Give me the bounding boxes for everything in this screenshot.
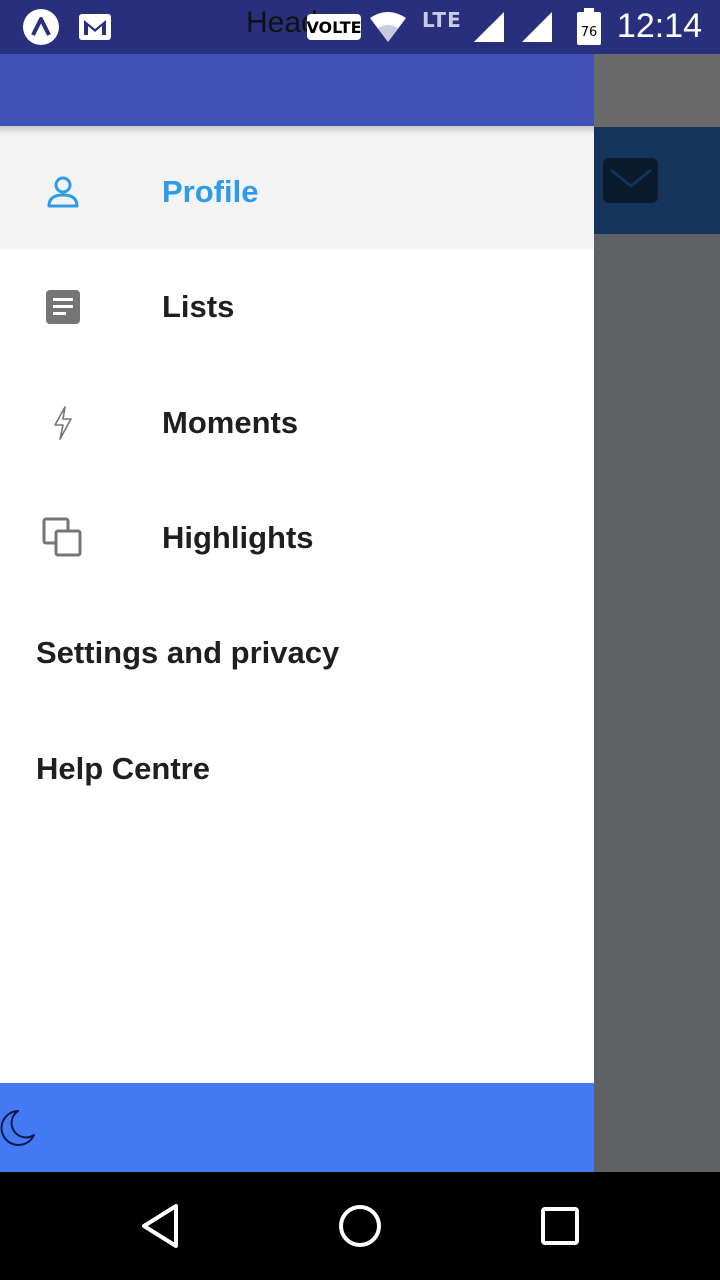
menu-item-help-centre[interactable]: Help Centre (0, 711, 594, 826)
menu-label-help-centre: Help Centre (36, 750, 210, 786)
background-app-toolbar (594, 54, 720, 127)
menu-label-highlights: Highlights (162, 519, 314, 555)
navigation-drawer: Profile Lists Moments Highlights Setting… (0, 54, 594, 1172)
drawer-footer (0, 1083, 594, 1172)
profile-icon (36, 165, 90, 219)
volte-badge: VOLTE (306, 14, 362, 40)
menu-item-moments[interactable]: Moments (0, 365, 594, 480)
svg-text:76: 76 (581, 25, 598, 40)
app-a-icon (22, 8, 60, 46)
menu-item-settings-and-privacy[interactable]: Settings and privacy (0, 595, 594, 710)
signal-icon (472, 10, 506, 49)
menu-item-highlights[interactable]: Highlights (0, 480, 594, 595)
lightning-icon (36, 396, 90, 450)
system-navigation-bar (0, 1172, 720, 1280)
battery-icon: 76 (576, 8, 602, 51)
recents-icon[interactable] (534, 1200, 586, 1252)
wifi-icon (368, 10, 408, 49)
drawer-header (0, 54, 594, 126)
home-icon[interactable] (334, 1200, 386, 1252)
lists-icon (36, 280, 90, 334)
lte-label: LTE (422, 8, 462, 32)
menu-label-profile: Profile (162, 173, 259, 209)
menu-label-lists: Lists (162, 288, 235, 324)
mail-icon (603, 158, 658, 203)
menu-item-profile[interactable]: Profile (0, 134, 594, 249)
menu-label-settings-and-privacy: Settings and privacy (36, 634, 340, 670)
status-bar: Head VOLTE LTE 76 12:14 (0, 0, 720, 54)
back-icon[interactable] (134, 1200, 186, 1252)
highlights-icon (36, 511, 90, 565)
menu-item-lists[interactable]: Lists (0, 249, 594, 364)
clock: 12:14 (616, 7, 702, 45)
moon-icon[interactable] (0, 1109, 36, 1147)
gmail-icon (76, 8, 114, 46)
menu-label-moments: Moments (162, 404, 299, 440)
signal-icon (520, 10, 554, 49)
drawer-header-shadow (0, 126, 594, 134)
